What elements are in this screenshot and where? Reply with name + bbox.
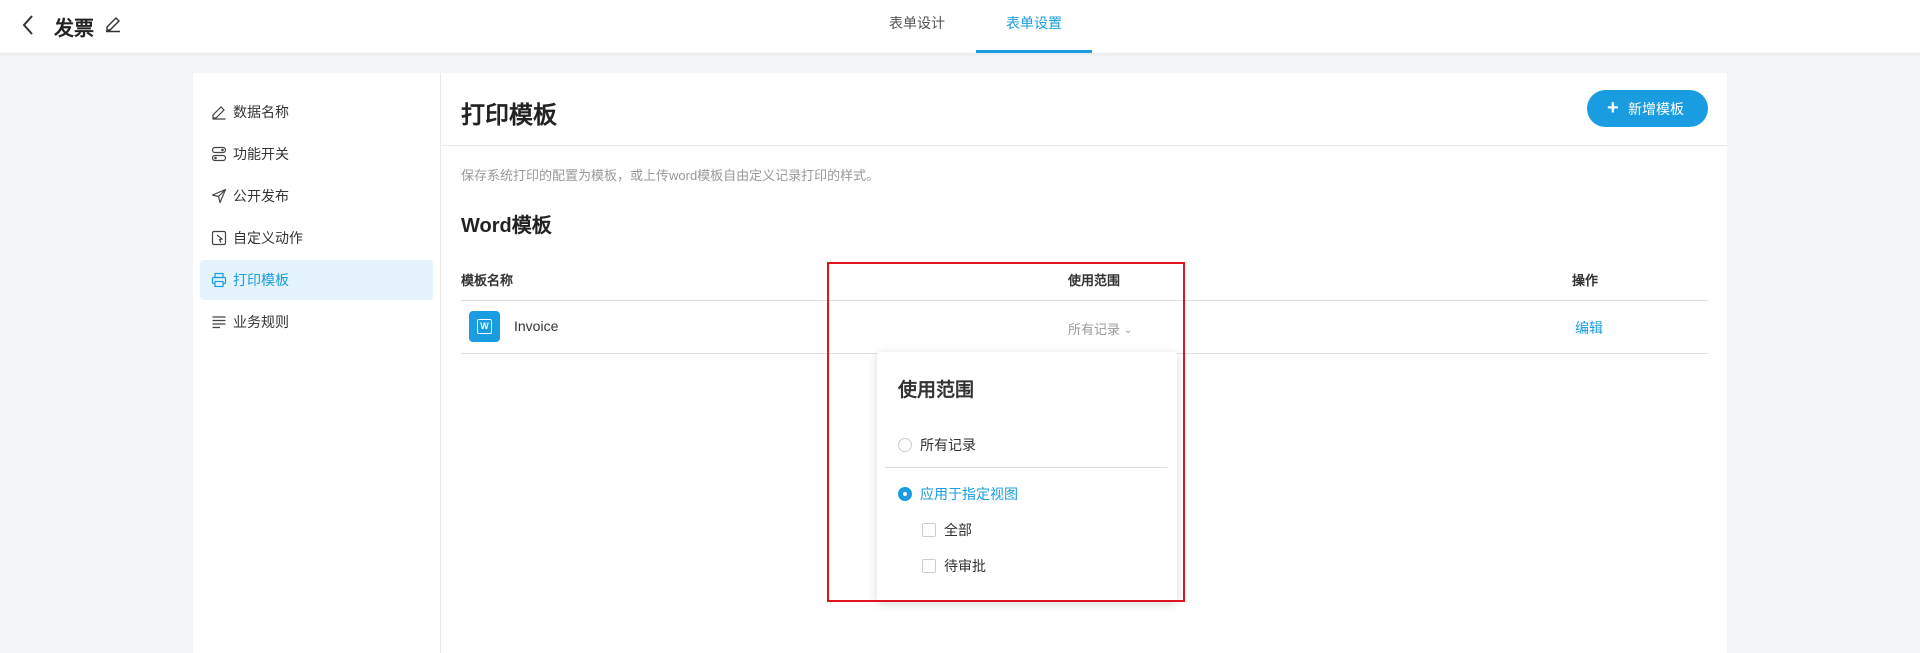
toggle-icon	[211, 146, 227, 162]
edit-title-icon[interactable]	[104, 15, 122, 33]
sidebar-item-label: 功能开关	[233, 146, 289, 162]
template-name: Invoice	[514, 318, 559, 334]
column-header-name: 模板名称	[461, 273, 514, 288]
sidebar-item-business-rules[interactable]: 业务规则	[200, 302, 433, 342]
pencil-icon	[211, 104, 227, 120]
divider	[442, 145, 1727, 146]
top-bar: 发票 表单设计 表单设置	[0, 0, 1920, 53]
sidebar-item-custom-action[interactable]: 自定义动作	[200, 218, 433, 258]
sidebar-item-print-template[interactable]: 打印模板	[200, 260, 433, 300]
description: 保存系统打印的配置为模板，或上传word模板自由定义记录打印的样式。	[461, 168, 880, 183]
tab-form-design[interactable]: 表单设计	[862, 0, 972, 53]
column-header-actions: 操作	[1572, 273, 1599, 288]
highlight-box	[827, 262, 1185, 602]
page-title: 发票	[54, 18, 94, 40]
content-title: 打印模板	[461, 102, 557, 129]
sidebar-item-label: 数据名称	[233, 104, 289, 120]
sidebar-item-publish[interactable]: 公开发布	[200, 176, 433, 216]
sidebar-item-feature-switch[interactable]: 功能开关	[200, 134, 433, 174]
add-template-button[interactable]: + 新增模板	[1587, 90, 1708, 127]
sidebar-item-label: 打印模板	[233, 272, 289, 288]
custom-action-icon	[211, 230, 227, 246]
back-arrow-icon[interactable]	[18, 12, 38, 38]
section-title: Word模板	[461, 215, 552, 237]
send-icon	[211, 188, 227, 204]
plus-icon: +	[1607, 97, 1619, 119]
word-file-icon: W	[469, 311, 500, 342]
sidebar-item-data-name[interactable]: 数据名称	[200, 92, 433, 132]
tab-form-settings[interactable]: 表单设置	[976, 0, 1092, 53]
settings-sidebar: 数据名称 功能开关 公开发布 自定义动作 打印模板 业务规则	[193, 73, 441, 653]
edit-link[interactable]: 编辑	[1575, 318, 1603, 338]
tab-bar: 表单设计 表单设置	[0, 0, 1920, 53]
sidebar-item-label: 自定义动作	[233, 230, 303, 246]
rules-icon	[211, 314, 227, 330]
sidebar-item-label: 业务规则	[233, 314, 289, 330]
printer-icon	[211, 272, 227, 288]
sidebar-item-label: 公开发布	[233, 188, 289, 204]
